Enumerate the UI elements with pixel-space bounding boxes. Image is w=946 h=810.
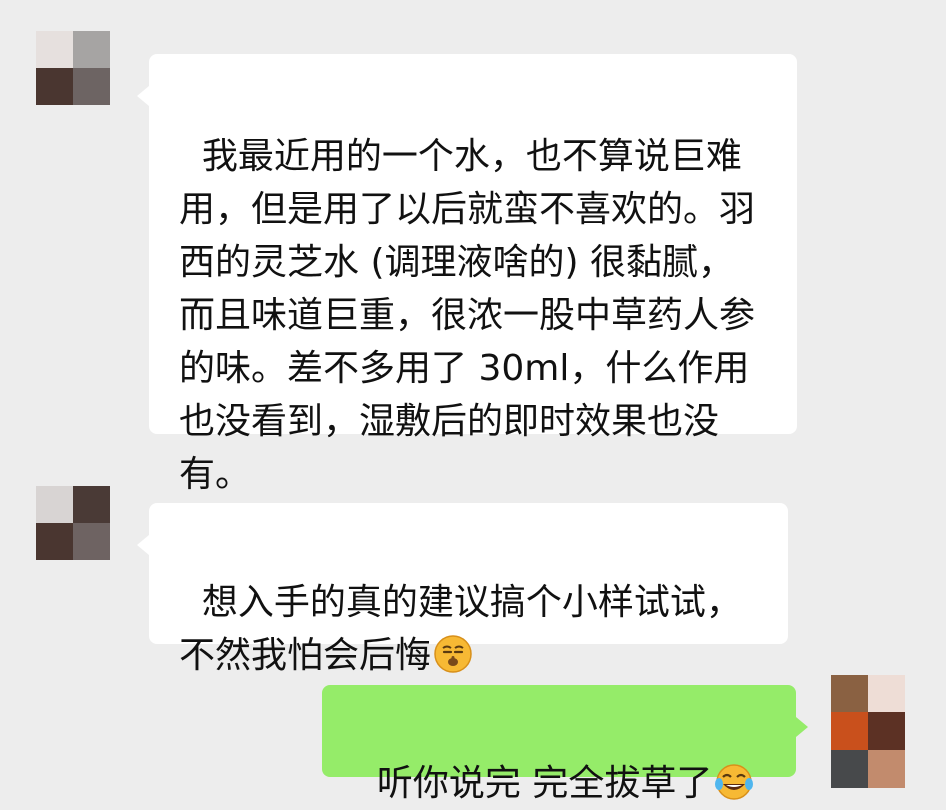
hush-face-icon <box>434 635 472 673</box>
avatar-tile <box>73 31 110 68</box>
avatar-tile <box>36 31 73 68</box>
own-avatar[interactable] <box>831 675 905 788</box>
avatar-tile <box>73 68 110 105</box>
message-bubble-incoming[interactable]: 我最近用的一个水，也不算说巨难用，但是用了以后就蛮不喜欢的。羽西的灵芝水 (调理… <box>137 54 797 495</box>
message-bubble-outgoing[interactable]: 听你说完 完全拔草了 <box>322 685 808 804</box>
avatar-tile <box>868 712 905 750</box>
message-text: 听你说完 完全拔草了 <box>376 763 713 804</box>
tears-of-joy-icon <box>715 764 754 800</box>
avatar-tile <box>36 486 73 523</box>
avatar-tile <box>868 675 905 712</box>
contact-avatar[interactable] <box>36 486 110 560</box>
avatar-tile <box>36 68 73 105</box>
message-bubble-incoming[interactable]: 想入手的真的建议搞个小样试试，不然我怕会后悔 <box>137 503 788 676</box>
message-text: 我最近用的一个水，也不算说巨难用，但是用了以后就蛮不喜欢的。羽西的灵芝水 (调理… <box>179 136 756 495</box>
avatar-tile <box>831 750 868 788</box>
avatar-tile <box>36 523 73 560</box>
avatar-tile <box>73 523 110 560</box>
avatar-tile <box>73 486 110 523</box>
avatar-tile <box>831 675 868 712</box>
avatar-tile <box>831 712 868 750</box>
avatar-tile <box>868 750 905 788</box>
contact-avatar[interactable] <box>36 31 110 105</box>
